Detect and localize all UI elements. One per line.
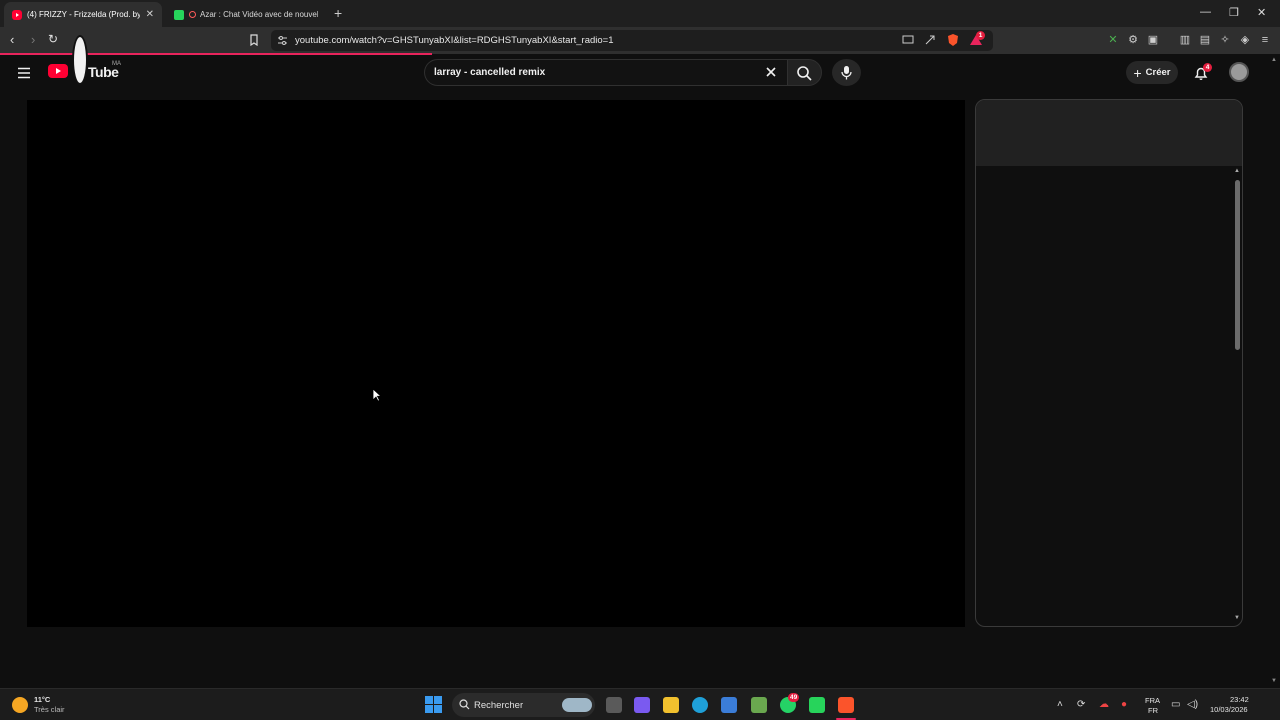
url-text: youtube.com/watch?v=GHSTunyabXI&list=RDG… [295, 35, 614, 46]
playlist-scrollbar[interactable] [1235, 180, 1240, 350]
microsoft-store-icon[interactable] [721, 697, 737, 713]
create-button[interactable]: + Créer [1126, 61, 1178, 84]
copilot-icon[interactable] [634, 697, 650, 713]
show-hidden-icons-icon[interactable]: ˄ [1057, 699, 1063, 710]
taskbar-search-box[interactable]: Rechercher [452, 693, 595, 717]
page-scroll-down-icon[interactable]: ▼ [1271, 678, 1277, 684]
azar-app-icon[interactable] [809, 697, 825, 713]
cast-icon[interactable] [902, 34, 914, 49]
playlist-panel: ▲ ▼ [975, 99, 1243, 627]
azar-favicon-icon [174, 9, 184, 20]
edge-icon[interactable] [692, 697, 708, 713]
tab-title: Azar : Chat Vidéo avec de nouvel [200, 10, 318, 19]
bookmark-icon[interactable] [248, 34, 260, 47]
region-code: MA [112, 61, 121, 67]
tab-search-icon[interactable]: ▤ [1199, 34, 1211, 46]
rewards-badge: 1 [976, 31, 985, 40]
address-bar[interactable]: youtube.com/watch?v=GHSTunyabXI&list=RDG… [271, 30, 993, 51]
search-query: larray - cancelled remix [434, 67, 546, 78]
taskbar-search-placeholder: Rechercher [474, 699, 524, 711]
close-tab-icon[interactable]: ✕ [140, 9, 154, 20]
new-tab-icon[interactable]: + [334, 5, 342, 21]
leo-ai-icon[interactable]: ✧ [1219, 34, 1231, 46]
video-player[interactable] [27, 100, 965, 627]
language-indicator[interactable]: FRA [1145, 696, 1160, 705]
logo-doodle-icon [72, 35, 88, 85]
sync-icon[interactable]: ⟳ [1077, 699, 1085, 710]
minimize-icon[interactable]: — [1200, 6, 1211, 18]
app-icon[interactable] [751, 697, 767, 713]
tab-youtube[interactable]: (4) FRIZZY - Frizzelda (Prod. by H ✕ [4, 2, 162, 27]
recording-icon [189, 11, 196, 18]
scroll-down-icon[interactable]: ▼ [1234, 615, 1240, 621]
clock-date: 10/03/2026 [1210, 705, 1248, 714]
reload-icon[interactable]: ↻ [48, 32, 58, 46]
playlist-header [976, 100, 1242, 166]
volume-icon[interactable]: ◁) [1187, 699, 1198, 710]
windows-start-icon[interactable] [425, 696, 442, 718]
scroll-up-icon[interactable]: ▲ [1234, 168, 1240, 174]
create-label: Créer [1145, 67, 1171, 78]
youtube-logo[interactable]: Tube MA [48, 35, 128, 87]
youtube-play-icon [48, 64, 68, 78]
clear-search-icon[interactable] [765, 66, 777, 81]
back-icon[interactable]: ‹ [10, 32, 14, 47]
weather-moon-icon[interactable] [12, 697, 28, 713]
extensions-puzzle-icon[interactable]: ⚙ [1127, 34, 1139, 46]
youtube-page: Tube MA larray - cancelled remix + Créer… [0, 35, 1280, 688]
weather-temperature: 11°C [34, 695, 51, 704]
voice-search-button[interactable] [832, 59, 861, 86]
wallet-icon[interactable]: ▣ [1147, 34, 1159, 46]
share-icon[interactable] [924, 34, 936, 49]
clock-time[interactable]: 23:42 [1230, 695, 1249, 704]
taskbar-search-icon [459, 699, 470, 713]
extension-icon[interactable]: ✕ [1107, 34, 1119, 46]
window-close-icon[interactable]: ✕ [1257, 6, 1266, 19]
notification-count-badge: 4 [1203, 63, 1212, 72]
browser-tab-bar: (4) FRIZZY - Frizzelda (Prod. by H ✕ Aza… [0, 0, 1280, 27]
maximize-icon[interactable]: ❐ [1229, 6, 1239, 19]
browser-toolbar: ‹ › ↻ youtube.com/watch?v=GHSTunyabXI&li… [0, 27, 1280, 54]
whatsapp-badge: 49 [788, 693, 800, 702]
keyboard-layout: FR [1148, 706, 1158, 715]
mouse-cursor-icon [372, 388, 383, 407]
vpn-icon[interactable]: ◈ [1239, 34, 1251, 46]
menu-icon[interactable]: ≡ [1259, 34, 1271, 46]
guide-menu-icon[interactable] [17, 66, 31, 84]
search-input[interactable]: larray - cancelled remix [424, 59, 787, 86]
search-button[interactable] [787, 59, 822, 86]
avatar[interactable] [1229, 62, 1249, 82]
brave-shields-icon[interactable] [946, 33, 960, 50]
brave-browser-icon[interactable] [838, 697, 854, 713]
forward-icon[interactable]: › [31, 32, 35, 47]
weather-description: Très clair [34, 705, 65, 714]
file-explorer-icon[interactable] [663, 697, 679, 713]
task-view-icon[interactable] [606, 697, 622, 713]
youtube-favicon-icon [12, 9, 22, 20]
plus-icon: + [1133, 64, 1142, 81]
tray-app-icon[interactable]: ☁ [1099, 699, 1109, 710]
network-icon[interactable]: ▭ [1171, 699, 1180, 710]
tab-azar[interactable]: Azar : Chat Vidéo avec de nouvel [166, 2, 326, 27]
tray-microphone-icon[interactable]: ● [1121, 699, 1127, 710]
microphone-icon [841, 65, 852, 85]
page-scroll-up-icon[interactable]: ▲ [1271, 57, 1277, 63]
tab-title: (4) FRIZZY - Frizzelda (Prod. by H [27, 10, 140, 19]
search-highlight-icon [562, 698, 592, 712]
windows-taskbar: 11°C Très clair Rechercher 49 ˄ ⟳ ☁ ● FR… [0, 688, 1280, 720]
site-settings-icon[interactable] [277, 35, 288, 49]
search-icon [796, 65, 812, 86]
sidebar-icon[interactable]: ▥ [1179, 34, 1191, 46]
